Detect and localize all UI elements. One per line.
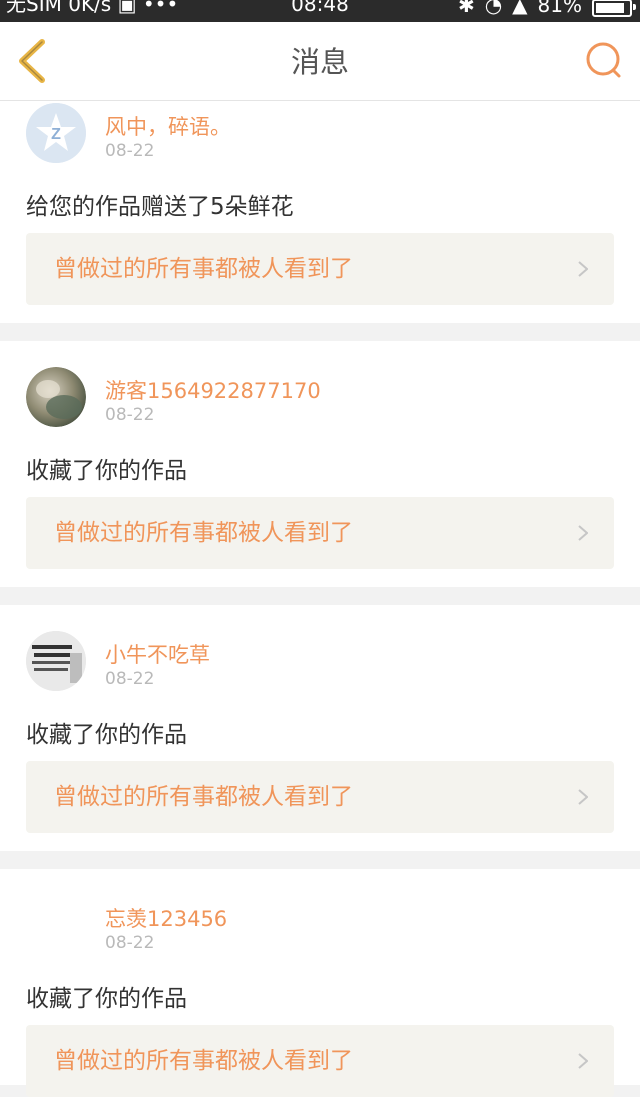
message-action: 给您的作品赠送了5朵鲜花: [26, 194, 294, 220]
status-right: ✱ ◔ ▲ 81%: [457, 0, 636, 17]
battery-percent: 81%: [537, 0, 582, 17]
chevron-right-icon: [578, 525, 588, 541]
status-bar: 无SIM 0K/s ▣ ••• 08:48 ✱ ◔ ▲ 81%: [0, 0, 640, 22]
work-link[interactable]: 曾做过的所有事都被人看到了: [26, 1025, 614, 1097]
bluetooth-icon: ✱: [457, 0, 475, 17]
work-title: 曾做过的所有事都被人看到了: [54, 520, 353, 546]
message-card: 游客1564922877170 08-22 收藏了你的作品 曾做过的所有事都被人…: [0, 341, 640, 587]
message-date: 08-22: [105, 141, 155, 161]
message-action: 收藏了你的作品: [26, 458, 187, 484]
message-date: 08-22: [105, 405, 155, 425]
message-action: 收藏了你的作品: [26, 986, 187, 1012]
message-date: 08-22: [105, 669, 155, 689]
work-link[interactable]: 曾做过的所有事都被人看到了: [26, 497, 614, 569]
chevron-right-icon: [578, 789, 588, 805]
page-title: 消息: [290, 45, 349, 79]
photo-avatar[interactable]: [26, 367, 86, 427]
username[interactable]: 小牛不吃草: [105, 639, 210, 669]
chevron-right-icon: [578, 1053, 588, 1069]
username[interactable]: 忘羡123456: [105, 903, 227, 933]
message-card: 小牛不吃草 08-22 收藏了你的作品 曾做过的所有事都被人看到了: [0, 605, 640, 851]
message-card: 忘羡123456 08-22 收藏了你的作品 曾做过的所有事都被人看到了: [0, 869, 640, 1097]
message-date: 08-22: [105, 933, 155, 953]
work-title: 曾做过的所有事都被人看到了: [54, 1048, 353, 1074]
work-link[interactable]: 曾做过的所有事都被人看到了: [26, 761, 614, 833]
svg-text:Z: Z: [51, 126, 61, 143]
alarm-icon: ◔: [484, 0, 503, 17]
username[interactable]: 游客1564922877170: [105, 375, 321, 405]
search-icon: [586, 42, 621, 78]
work-title: 曾做过的所有事都被人看到了: [54, 784, 353, 810]
chevron-right-icon: [578, 261, 588, 277]
username[interactable]: 风中，碎语。: [105, 111, 231, 141]
text-image-avatar[interactable]: [26, 631, 86, 691]
empty-avatar[interactable]: [26, 895, 86, 955]
message-card: Z 风中，碎语。 08-22 给您的作品赠送了5朵鲜花 曾做过的所有事都被人看到…: [0, 101, 640, 323]
battery-icon: [592, 0, 636, 17]
work-title: 曾做过的所有事都被人看到了: [54, 256, 353, 282]
message-action: 收藏了你的作品: [26, 722, 187, 748]
search-button[interactable]: [584, 40, 626, 82]
work-link[interactable]: 曾做过的所有事都被人看到了: [26, 233, 614, 305]
qq-avatar-icon[interactable]: Z: [26, 103, 86, 163]
wifi-icon: ▲: [512, 0, 528, 17]
nav-bar: 消息: [0, 22, 640, 101]
